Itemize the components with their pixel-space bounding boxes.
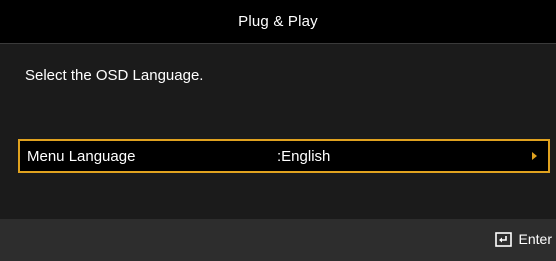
menu-language-value: :English: [277, 147, 331, 165]
menu-language-row[interactable]: Menu Language :English: [18, 139, 550, 173]
osd-dialog: Plug & Play Select the OSD Language. Men…: [0, 0, 556, 261]
title-bar: Plug & Play: [0, 0, 556, 44]
enter-icon: [494, 231, 512, 247]
instruction-text: Select the OSD Language.: [25, 67, 204, 84]
enter-label: Enter: [518, 231, 552, 247]
arrow-right-icon: [532, 152, 537, 160]
footer-bar: Enter: [0, 219, 556, 261]
enter-hint: Enter: [494, 231, 552, 247]
dialog-content: Select the OSD Language. Menu Language :…: [0, 44, 556, 219]
dialog-title: Plug & Play: [238, 13, 318, 30]
menu-language-label: Menu Language: [27, 147, 136, 165]
